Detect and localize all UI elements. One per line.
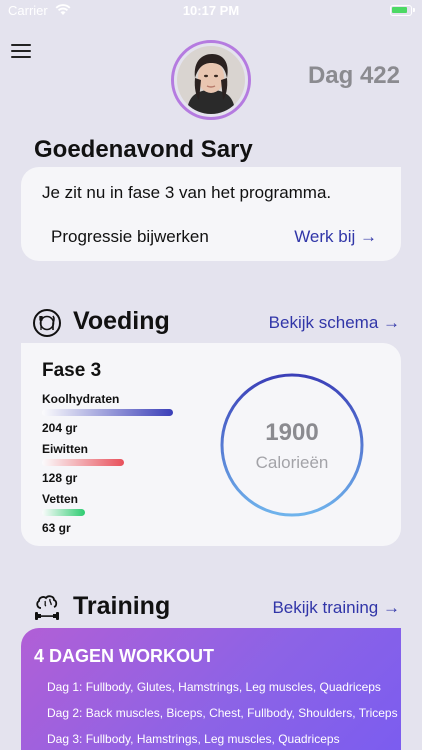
macro-value: 128 gr [42,471,78,485]
training-title: Training [73,592,171,620]
status-bar: Carrier 10:17 PM [0,0,422,22]
macro-value: 204 gr [42,421,78,435]
nutrition-title: Voeding [73,307,170,335]
macro-carbs: Koolhydraten 204 gr [42,392,212,435]
workout-day: Dag 3: Fullbody, Hamstrings, Leg muscles… [47,732,340,746]
workout-day: Dag 1: Fullbody, Glutes, Hamstrings, Leg… [47,680,381,694]
macro-bar [42,409,173,416]
calories-value: 1900 [265,419,319,446]
day-counter: Dag 422 [307,62,400,89]
avatar[interactable] [171,40,251,120]
calories-label: Calorieën [255,453,329,472]
training-header: Training Bekijk training → [32,590,402,626]
nutrition-phase-title: Fase 3 [42,360,102,381]
avatar-photo [177,46,245,114]
plate-cutlery-icon [33,309,61,337]
macro-protein: Eiwitten 128 gr [42,442,212,485]
menu-icon[interactable] [11,44,31,60]
workout-card[interactable]: 4 DAGEN WORKOUT Dag 1: Fullbody, Glutes,… [21,628,401,750]
macro-name: Koolhydraten [42,392,120,406]
macro-name: Eiwitten [42,442,89,456]
phase-text: Je zit nu in fase 3 van het programma. [42,183,332,202]
phase-card: Je zit nu in fase 3 van het programma. P… [21,167,401,261]
nutrition-header: Voeding Bekijk schema → [32,305,402,341]
macro-bar [42,459,124,466]
progress-update-label: Progressie bijwerken [51,227,209,246]
view-training-link[interactable]: Bekijk training → [272,598,400,618]
macro-value: 63 gr [42,521,71,535]
macro-fat: Vetten 63 gr [42,492,212,535]
macro-bar [42,509,85,516]
update-progress-link[interactable]: Werk bij → [294,227,377,247]
clock: 10:17 PM [182,3,240,18]
greeting-title: Goedenavond Sary [34,136,253,163]
macro-name: Vetten [42,492,79,506]
nutrition-card[interactable]: Fase 3 Koolhydraten 204 gr Eiwitten 128 … [21,343,401,546]
view-schedule-link[interactable]: Bekijk schema → [269,313,400,333]
workout-title: 4 DAGEN WORKOUT [34,646,214,666]
workout-day: Dag 2: Back muscles, Biceps, Chest, Full… [47,706,398,720]
battery-icon [390,5,415,16]
dumbbell-brain-icon [35,595,59,620]
